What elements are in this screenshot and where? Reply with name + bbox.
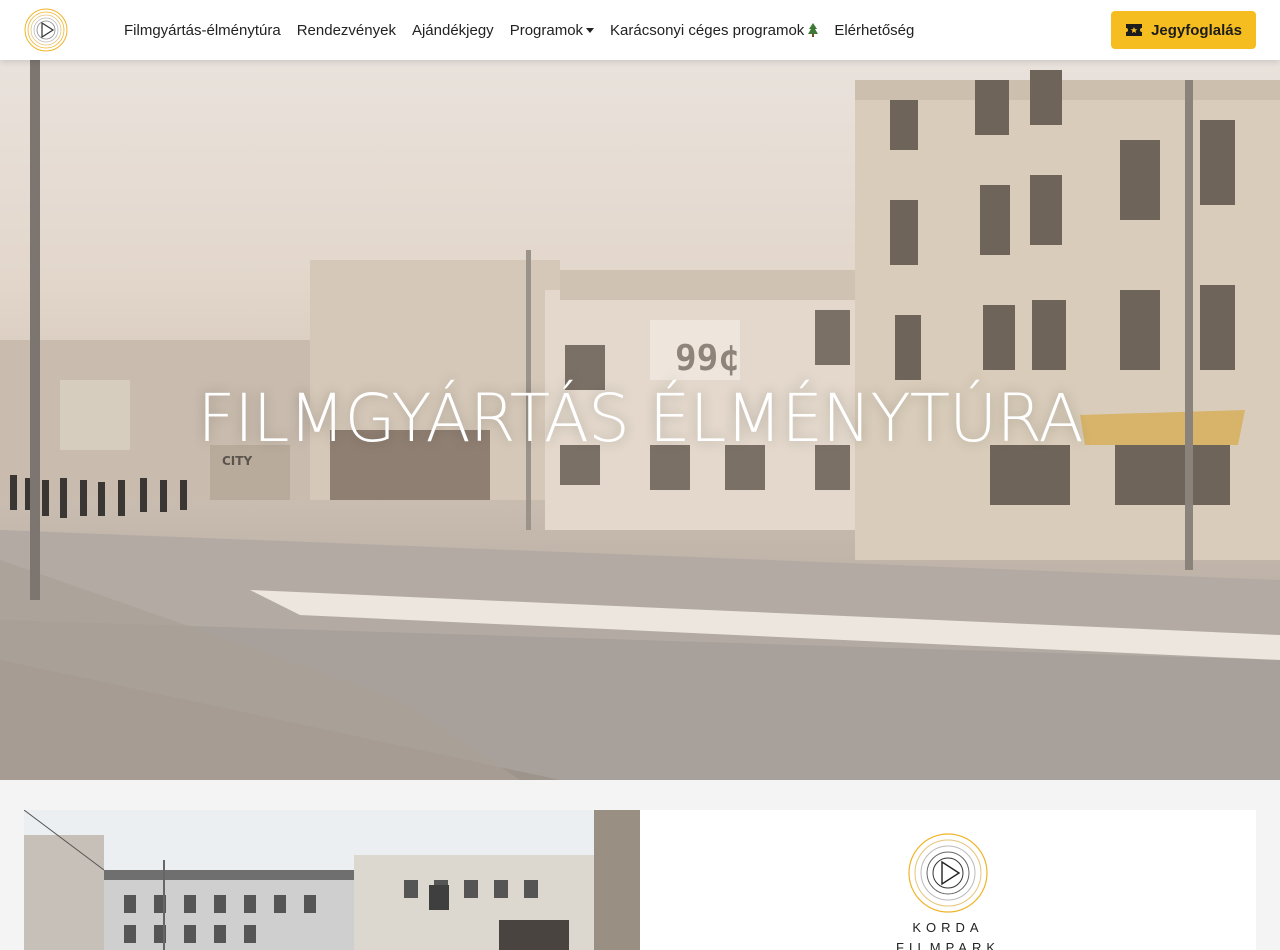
main-nav: Filmgyártás-élménytúra Rendezvények Aján…	[124, 0, 930, 60]
nav-item-gift-ticket[interactable]: Ajándékjegy	[412, 22, 494, 39]
book-ticket-button[interactable]: Jegyfoglalás	[1111, 11, 1256, 49]
book-button-label: Jegyfoglalás	[1151, 21, 1242, 39]
brand-subname: FILMPARK	[895, 940, 1001, 950]
intro-section: KORDA FILMPARK	[0, 780, 1280, 950]
christmas-tree-icon	[808, 23, 819, 37]
navbar: Filmgyártás-élménytúra Rendezvények Aján…	[0, 0, 1280, 60]
nav-item-label: Elérhetőség	[834, 21, 915, 39]
brand-name: KORDA	[912, 920, 984, 935]
nav-item-label: Programok	[509, 21, 584, 39]
chevron-down-icon	[586, 27, 595, 33]
korda-logo-icon	[908, 833, 988, 913]
nav-item-events[interactable]: Rendezvények	[297, 22, 396, 39]
nav-item-label: Rendezvények	[296, 21, 396, 39]
nav-item-label: Karácsonyi céges programok	[610, 21, 805, 39]
sign-99-cents: 99¢	[675, 338, 740, 379]
nav-item-experience-tour[interactable]: Filmgyártás-élménytúra	[124, 22, 281, 39]
nav-item-christmas-programs[interactable]: Karácsonyi céges programok	[610, 21, 819, 39]
hero-title: FILMGYÁRTÁS ÉLMÉNYTÚRA	[197, 380, 1083, 457]
brand-card: KORDA FILMPARK	[640, 810, 1256, 950]
logo-icon[interactable]	[24, 8, 68, 52]
studio-photo	[24, 810, 640, 950]
hero-banner: 99¢ CITY FILMGYÁRTÁS ÉLMÉNYTÚRA	[0, 60, 1280, 780]
nav-item-programs-dropdown[interactable]: Programok	[509, 21, 595, 39]
studio-photo-image	[24, 810, 640, 950]
ticket-icon	[1126, 24, 1143, 36]
nav-item-label: Ajándékjegy	[411, 21, 494, 39]
nav-item-label: Filmgyártás-élménytúra	[124, 21, 281, 39]
nav-item-contact[interactable]: Elérhetőség	[834, 22, 914, 39]
